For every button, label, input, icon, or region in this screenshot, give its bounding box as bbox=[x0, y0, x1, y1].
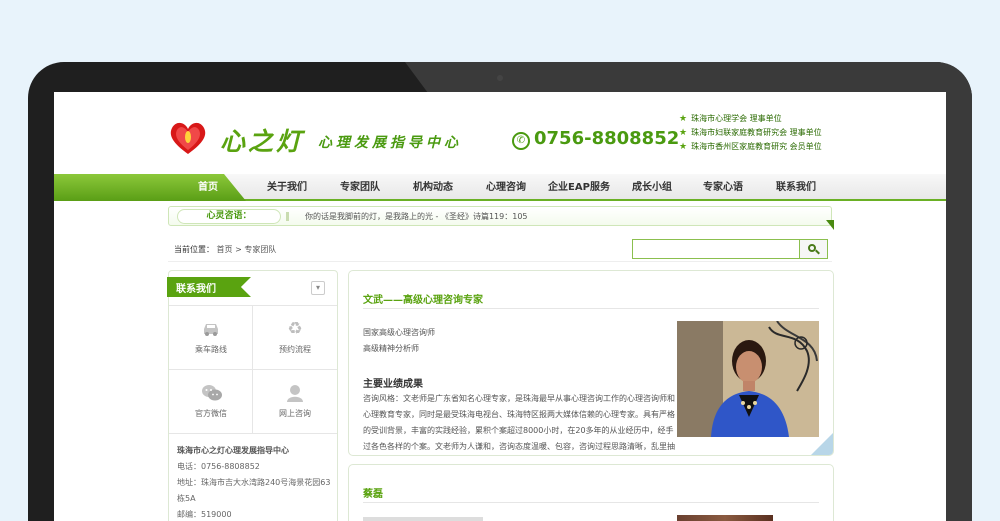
nav-item-contact[interactable]: 联系我们 bbox=[768, 174, 824, 201]
nav-item-expert-words[interactable]: 专家心语 bbox=[695, 174, 751, 201]
recycle-icon: ♻ bbox=[287, 319, 303, 339]
expert-title-placeholder bbox=[363, 517, 483, 521]
phone-icon: ✆ bbox=[512, 132, 530, 150]
tile-label: 官方微信 bbox=[195, 409, 227, 418]
quote-text: 你的话是我脚前的灯，是我路上的光 - 《圣经》诗篇119：105 bbox=[305, 212, 528, 221]
quote-fold-decoration bbox=[826, 220, 834, 230]
expert-name[interactable]: 文武——高级心理咨询专家 bbox=[363, 291, 483, 306]
org-item: ★ 珠海市心理学会 理事单位 bbox=[679, 114, 782, 124]
expert-title: 国家高级心理咨询师 bbox=[363, 328, 435, 337]
search-button[interactable] bbox=[800, 239, 828, 259]
breadcrumb-path[interactable]: 首页 > 专家团队 bbox=[217, 245, 277, 254]
sidebar-title: 联系我们 bbox=[176, 284, 216, 295]
contact-phone: 电话：0756-8808852 bbox=[177, 462, 260, 471]
tile-wechat[interactable]: 官方微信 bbox=[169, 370, 253, 434]
card-fold-decoration bbox=[809, 433, 833, 455]
nav-item-growth[interactable]: 成长小组 bbox=[624, 174, 680, 201]
car-icon bbox=[201, 320, 221, 338]
expert-title: 高级精神分析师 bbox=[363, 344, 419, 353]
nav-item-news[interactable]: 机构动态 bbox=[405, 174, 461, 201]
tile-label: 乘车路线 bbox=[195, 345, 227, 354]
main-nav: 首页 关于我们 专家团队 机构动态 心理咨询 企业EAP服务 成长小组 专家心语… bbox=[54, 174, 946, 201]
logo-subtitle: 心理发展指导中心 bbox=[318, 135, 462, 151]
expert-card: 蔡磊 bbox=[348, 464, 834, 521]
expert-card: 文武——高级心理咨询专家 国家高级心理咨询师 高级精神分析师 主要业绩成果 咨询… bbox=[348, 270, 834, 456]
tile-route[interactable]: 乘车路线 bbox=[169, 306, 253, 370]
quote-bar: 心灵咨语： 你的话是我脚前的灯，是我路上的光 - 《圣经》诗篇119：105 bbox=[168, 206, 832, 226]
expert-photo[interactable] bbox=[677, 515, 773, 521]
contact-info: 珠海市心之灯心理发展指导中心 电话：0756-8808852 地址：珠海市吉大水… bbox=[177, 443, 333, 521]
expert-description: 咨询风格：文老师是广东省知名心理专家，是珠海最早从事心理咨询工作的心理咨询师和心… bbox=[363, 394, 675, 451]
org-memberships: ★ 珠海市心理学会 理事单位 ★ 珠海市妇联家庭教育研究会 理事单位 ★ 珠海市香州区… bbox=[679, 112, 822, 154]
nav-item-consulting[interactable]: 心理咨询 bbox=[478, 174, 534, 201]
breadcrumb-label: 当前位置： bbox=[174, 245, 214, 254]
star-icon: ★ bbox=[679, 128, 688, 138]
org-item: ★ 珠海市香州区家庭教育研究 会员单位 bbox=[679, 142, 822, 152]
tile-appointment[interactable]: ♻ 预约流程 bbox=[253, 306, 337, 370]
expert-name[interactable]: 蔡磊 bbox=[363, 485, 383, 500]
search-icon-handle bbox=[815, 249, 820, 255]
heart-logo-icon bbox=[170, 122, 206, 154]
logo-title[interactable]: 心之灯 bbox=[220, 122, 304, 158]
chevron-down-icon[interactable]: ▾ bbox=[311, 281, 325, 295]
site-header: 心之灯 心理发展指导中心 ✆ 0756-8808852 ★ 珠海市心理学会 理事单… bbox=[54, 92, 946, 174]
nav-item-about[interactable]: 关于我们 bbox=[259, 174, 315, 201]
nav-item-experts[interactable]: 专家团队 bbox=[332, 174, 388, 201]
org-item: ★ 珠海市妇联家庭教育研究会 理事单位 bbox=[679, 128, 822, 138]
divider bbox=[363, 502, 819, 503]
expert-photo[interactable] bbox=[677, 321, 819, 437]
tile-online-consult[interactable]: 网上咨询 bbox=[253, 370, 337, 434]
wechat-icon bbox=[201, 384, 222, 402]
expert-section-heading: 主要业绩成果 bbox=[363, 379, 423, 390]
camera-icon bbox=[497, 75, 503, 81]
quote-label: 心灵咨语： bbox=[177, 209, 281, 224]
contact-sidebar: 联系我们 ▾ 乘车路线 ♻ 预约流程 官方微信 网上咨询 珠海市心之灯心理发展指… bbox=[167, 270, 338, 521]
contact-postcode: 邮编：519000 bbox=[177, 510, 232, 519]
search-input[interactable] bbox=[632, 239, 800, 259]
contact-address: 地址：珠海市吉大水湾路240号海景花园63栋5A bbox=[177, 478, 331, 503]
nav-item-home[interactable]: 首页 bbox=[186, 174, 230, 201]
website-screen: 心之灯 心理发展指导中心 ✆ 0756-8808852 ★ 珠海市心理学会 理事单… bbox=[54, 92, 946, 521]
tile-label: 预约流程 bbox=[279, 345, 311, 354]
header-phone: 0756-8808852 bbox=[534, 128, 680, 149]
star-icon: ★ bbox=[679, 114, 688, 124]
star-icon: ★ bbox=[679, 142, 688, 152]
user-icon bbox=[285, 384, 305, 402]
divider bbox=[363, 308, 819, 309]
tile-label: 网上咨询 bbox=[279, 409, 311, 418]
breadcrumb: 当前位置： 首页 > 专家团队 bbox=[168, 236, 832, 262]
sidebar-title-tab: 联系我们 bbox=[167, 277, 251, 297]
quote-separator bbox=[286, 212, 289, 221]
breadcrumb-text: 当前位置： 首页 > 专家团队 bbox=[174, 244, 276, 255]
contact-org-name: 珠海市心之灯心理发展指导中心 bbox=[177, 446, 289, 455]
nav-item-eap[interactable]: 企业EAP服务 bbox=[542, 174, 616, 201]
